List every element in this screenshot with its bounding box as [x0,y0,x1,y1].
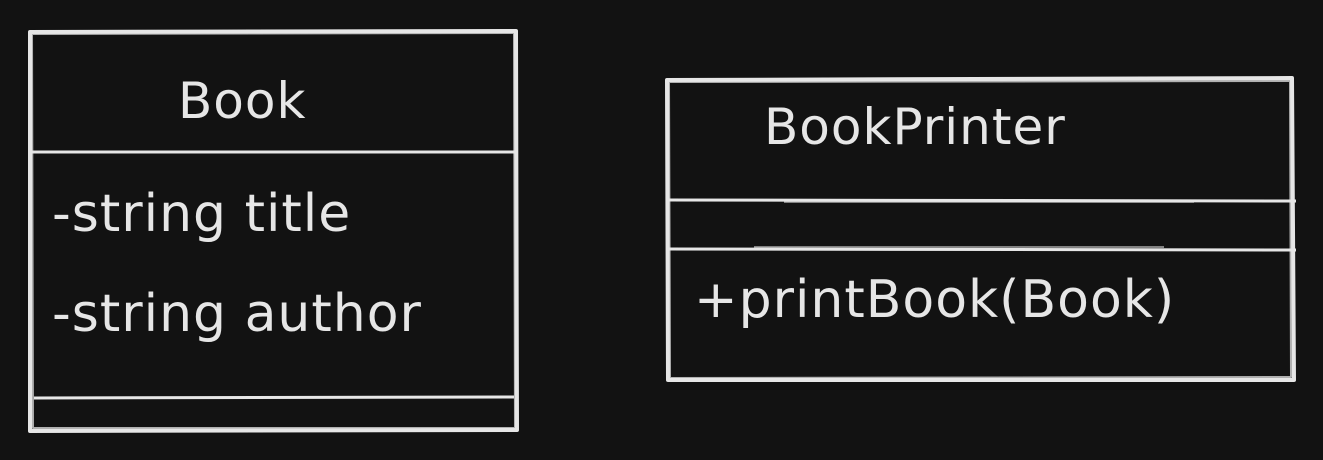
class-attribute: -string author [52,284,422,344]
class-method: +printBook(Book) [694,270,1176,330]
class-box-bookprinter[interactable]: BookPrinter +printBook(Book) [664,74,1298,386]
class-box-book[interactable]: Book -string title -string author [26,28,520,434]
class-name: Book [178,72,307,130]
attributes-divider [665,247,1297,252]
name-divider [665,198,1297,203]
class-attribute: -string title [52,184,352,244]
attributes-divider [33,395,515,400]
diagram-canvas: Book -string title -string author BookPr… [0,0,1323,460]
class-name: BookPrinter [764,98,1066,156]
